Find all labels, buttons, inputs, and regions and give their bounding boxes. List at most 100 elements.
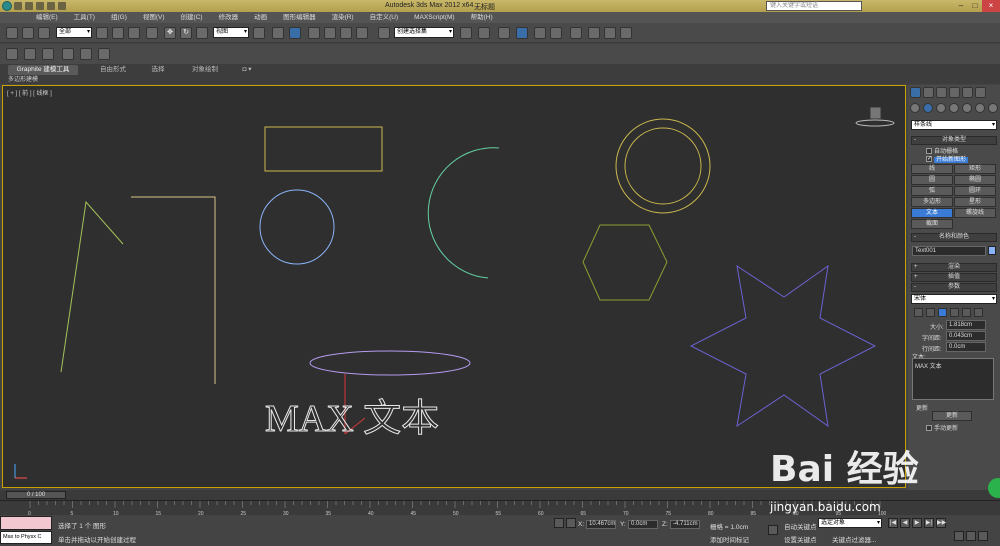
- snaps-toggle-icon[interactable]: [308, 27, 320, 39]
- close-icon[interactable]: ×: [982, 0, 1000, 12]
- tab-object-paint[interactable]: 对象绘制: [184, 65, 226, 75]
- update-button[interactable]: 更新: [932, 411, 972, 421]
- menu-group[interactable]: 组(G): [103, 12, 135, 23]
- render-setup-icon[interactable]: [588, 27, 600, 39]
- menu-graph-editors[interactable]: 图形编辑器: [275, 12, 324, 23]
- angle-snap-icon[interactable]: [324, 27, 336, 39]
- circle-shape[interactable]: [259, 189, 335, 265]
- ngon-button[interactable]: 多边形: [911, 197, 953, 207]
- link-icon[interactable]: [6, 27, 18, 39]
- unlink-icon[interactable]: [22, 27, 34, 39]
- material-editor-icon[interactable]: [570, 27, 582, 39]
- helix-button[interactable]: 螺旋线: [954, 208, 996, 218]
- object-type-rollout[interactable]: - 对象类型: [911, 136, 997, 145]
- key-selection-dropdown[interactable]: 选定对象: [818, 518, 882, 528]
- motion-tab-icon[interactable]: [949, 87, 960, 98]
- justify-button[interactable]: [974, 308, 983, 317]
- align-center-button[interactable]: [950, 308, 959, 317]
- font-dropdown[interactable]: 宋体: [911, 294, 997, 304]
- absolute-mode-icon[interactable]: [566, 518, 576, 528]
- circle-button[interactable]: 圆: [911, 175, 953, 185]
- zoom-all-icon[interactable]: [966, 531, 976, 541]
- edit-named-selection-icon[interactable]: [378, 27, 390, 39]
- rendering-rollout[interactable]: + 渲染: [911, 263, 997, 272]
- star-button[interactable]: 星形: [954, 197, 996, 207]
- layer-icon[interactable]: [6, 48, 18, 60]
- shape-category-dropdown[interactable]: 样条线: [911, 120, 997, 130]
- geometry-icon[interactable]: [910, 103, 920, 113]
- reference-coord-dropdown[interactable]: 视图: [213, 27, 249, 38]
- maxscript-listener[interactable]: [0, 516, 52, 530]
- line-button[interactable]: 线: [911, 164, 953, 174]
- line-shape[interactable]: [60, 200, 124, 373]
- time-slider[interactable]: 0 / 100: [6, 491, 66, 499]
- line-shape-2[interactable]: [131, 196, 216, 384]
- pan-icon[interactable]: [978, 531, 988, 541]
- tab-selection[interactable]: 选择: [140, 65, 176, 75]
- display-tab-icon[interactable]: [962, 87, 973, 98]
- select-object-icon[interactable]: [96, 27, 108, 39]
- menu-animation[interactable]: 动画: [246, 12, 275, 23]
- rendered-frame-icon[interactable]: [604, 27, 616, 39]
- rectangle-shape[interactable]: [264, 126, 383, 172]
- named-selection-dropdown[interactable]: 创建选择集: [394, 27, 454, 38]
- redo-icon[interactable]: [58, 2, 66, 10]
- align-icon[interactable]: [478, 27, 490, 39]
- systems-icon[interactable]: [988, 103, 998, 113]
- ribbon-options-icon[interactable]: ◘ ▾: [240, 65, 254, 75]
- ngon-shape[interactable]: [582, 224, 668, 301]
- cameras-icon[interactable]: [949, 103, 959, 113]
- mirror-icon[interactable]: [460, 27, 472, 39]
- play-icon[interactable]: ▶: [912, 518, 922, 528]
- spinner-snap-icon[interactable]: [356, 27, 368, 39]
- parameters-rollout[interactable]: - 参数: [911, 283, 997, 292]
- auto-key-button[interactable]: 自动关键点: [784, 521, 817, 531]
- create-layer-icon[interactable]: [24, 48, 36, 60]
- render-production-icon[interactable]: [620, 27, 632, 39]
- menu-edit[interactable]: 编辑(E): [28, 12, 66, 23]
- add-to-layer-icon[interactable]: [42, 48, 54, 60]
- donut-inner[interactable]: [624, 127, 702, 205]
- window-crossing-icon[interactable]: [146, 27, 158, 39]
- star-shape[interactable]: [689, 264, 877, 428]
- select-by-name-icon[interactable]: [112, 27, 124, 39]
- menu-modifiers[interactable]: 修改器: [211, 12, 247, 23]
- app-logo-icon[interactable]: [2, 1, 12, 11]
- add-time-tag[interactable]: 添加时间标记: [710, 534, 749, 544]
- set-key-button[interactable]: 设置关键点: [784, 534, 817, 544]
- selection-filter-dropdown[interactable]: 全部: [56, 27, 92, 38]
- save-file-icon[interactable]: [36, 2, 44, 10]
- arc-button[interactable]: 弧: [911, 186, 953, 196]
- bind-spacewarp-icon[interactable]: [38, 27, 50, 39]
- brush-icon[interactable]: [98, 48, 110, 60]
- goto-start-icon[interactable]: |◀: [888, 518, 898, 528]
- minimize-icon[interactable]: –: [954, 0, 968, 12]
- menu-rendering[interactable]: 渲染(R): [324, 12, 362, 23]
- create-tab-icon[interactable]: [910, 87, 921, 98]
- menu-tools[interactable]: 工具(T): [66, 12, 103, 23]
- section-button[interactable]: 截面: [911, 219, 953, 229]
- viewcube-icon[interactable]: [855, 106, 895, 127]
- axis-constraint-icon[interactable]: [80, 48, 92, 60]
- ellipse-button[interactable]: 椭圆: [954, 175, 996, 185]
- x-coordinate-field[interactable]: 10.467cm: [586, 520, 616, 529]
- snap-settings-icon[interactable]: [62, 48, 74, 60]
- move-icon[interactable]: ✥: [164, 27, 176, 39]
- menu-create[interactable]: 创建(C): [173, 12, 211, 23]
- next-frame-icon[interactable]: ▶|: [924, 518, 934, 528]
- start-new-shape-checkbox[interactable]: ✓ 开始新图形: [926, 154, 969, 163]
- previous-frame-icon[interactable]: ◀: [900, 518, 910, 528]
- rotate-icon[interactable]: ↻: [180, 27, 192, 39]
- lights-icon[interactable]: [936, 103, 946, 113]
- tab-graphite[interactable]: Graphite 建模工具: [8, 65, 78, 75]
- open-file-icon[interactable]: [25, 2, 33, 10]
- goto-end-icon[interactable]: ▶▶: [936, 518, 946, 528]
- kerning-field[interactable]: 0.043cm: [946, 331, 986, 341]
- lock-selection-icon[interactable]: [554, 518, 564, 528]
- italic-button[interactable]: [914, 308, 923, 317]
- curve-editor-icon[interactable]: [534, 27, 546, 39]
- keyboard-shortcut-icon[interactable]: [289, 27, 301, 39]
- align-right-button[interactable]: [962, 308, 971, 317]
- hierarchy-tab-icon[interactable]: [936, 87, 947, 98]
- zoom-icon[interactable]: [954, 531, 964, 541]
